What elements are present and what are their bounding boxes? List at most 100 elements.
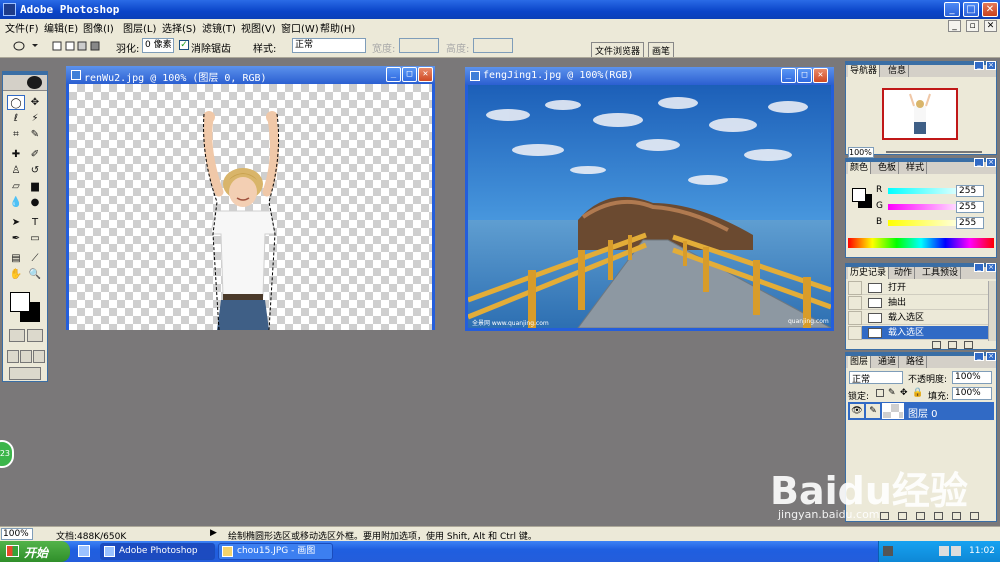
palette-minimize-button[interactable]: _ — [974, 158, 984, 167]
lock-position-icon[interactable]: ✥ — [900, 388, 908, 398]
trash-icon[interactable] — [964, 341, 973, 349]
tab-tool-presets[interactable]: 工具预设 — [920, 267, 962, 279]
new-document-from-state-icon[interactable] — [932, 341, 941, 349]
navigator-zoom-slider[interactable] — [886, 151, 982, 153]
magic-wand-tool-icon[interactable]: ⚡ — [26, 111, 44, 126]
tab-paths[interactable]: 路径 — [904, 356, 928, 368]
status-zoom-field[interactable]: 100% — [1, 528, 33, 540]
screen-mode-full-icon[interactable] — [33, 350, 45, 363]
task-paint[interactable]: chou15.JPG - 画图 — [218, 543, 333, 560]
start-button[interactable]: 开始 — [0, 541, 70, 562]
tab-styles[interactable]: 样式 — [904, 162, 928, 174]
mdi-minimize-button[interactable]: _ — [948, 20, 961, 32]
navigator-thumbnail[interactable] — [882, 88, 958, 140]
slice-tool-icon[interactable]: ✎ — [26, 127, 44, 142]
brushes-tab[interactable]: 画笔 — [648, 42, 675, 57]
brush-tool-icon[interactable]: ✐ — [26, 147, 44, 162]
tab-actions[interactable]: 动作 — [892, 267, 916, 279]
width-input[interactable] — [399, 38, 439, 53]
doc-close-button[interactable]: ✕ — [813, 68, 828, 83]
tab-layers[interactable]: 图层 — [848, 356, 872, 368]
height-input[interactable] — [473, 38, 513, 53]
color-fg-swatch[interactable] — [852, 188, 866, 202]
palette-close-button[interactable]: × — [986, 61, 996, 70]
history-scrollbar[interactable] — [988, 281, 996, 341]
document-canvas[interactable] — [69, 84, 432, 331]
tab-navigator[interactable]: 导航器 — [848, 65, 881, 77]
close-button[interactable]: ✕ — [982, 2, 998, 17]
feather-input[interactable]: 0 像素 — [142, 38, 174, 53]
palette-minimize-button[interactable]: _ — [974, 263, 984, 272]
doc-close-button[interactable]: ✕ — [418, 67, 433, 82]
document-titlebar[interactable]: renWu2.jpg @ 100% (图层 0, RGB) _ □ ✕ — [66, 66, 435, 84]
jump-to-imageready-icon[interactable] — [9, 367, 41, 380]
status-arrow-icon[interactable]: ▶ — [210, 528, 217, 538]
history-item[interactable]: 载入选区 — [848, 311, 988, 325]
minimize-button[interactable]: _ — [944, 2, 960, 17]
healing-brush-tool-icon[interactable]: ✚ — [7, 147, 25, 162]
palette-minimize-button[interactable]: _ — [974, 352, 984, 361]
adobe-eye-icon[interactable] — [27, 76, 42, 89]
menu-window[interactable]: 窗口(W) — [281, 20, 319, 35]
menu-file[interactable]: 文件(F) — [5, 20, 39, 35]
screen-mode-fullmenu-icon[interactable] — [20, 350, 32, 363]
menu-layer[interactable]: 图层(L) — [123, 20, 156, 35]
history-source-box[interactable] — [848, 281, 862, 295]
move-tool-icon[interactable]: ✥ — [26, 95, 44, 110]
color-spectrum-bar[interactable] — [848, 238, 994, 248]
history-brush-tool-icon[interactable]: ↺ — [26, 163, 44, 178]
path-selection-tool-icon[interactable]: ➤ — [7, 215, 25, 230]
palette-close-button[interactable]: × — [986, 158, 996, 167]
document-canvas[interactable]: 全景网 www.quanjing.com quanjing.com — [468, 85, 831, 328]
navigator-zoom-field[interactable]: 100% — [848, 147, 874, 158]
pen-tool-icon[interactable]: ✒ — [7, 231, 25, 246]
menu-edit[interactable]: 编辑(E) — [44, 20, 78, 35]
tab-color[interactable]: 颜色 — [848, 162, 872, 174]
lasso-tool-icon[interactable]: ℓ — [7, 111, 25, 126]
menu-filter[interactable]: 滤镜(T) — [202, 20, 236, 35]
history-source-box[interactable] — [848, 326, 862, 340]
g-value-field[interactable]: 255 — [956, 201, 984, 213]
gradient-tool-icon[interactable]: ▆ — [26, 179, 44, 194]
b-value-field[interactable]: 255 — [956, 217, 984, 229]
history-item[interactable]: 打开 — [848, 281, 988, 295]
task-photoshop[interactable]: Adobe Photoshop — [100, 543, 215, 560]
layer-row[interactable]: 👁 ✎ 图层 0 — [848, 402, 994, 420]
antialias-checkbox[interactable]: ✓ — [179, 40, 189, 50]
eraser-tool-icon[interactable]: ▱ — [7, 179, 25, 194]
blend-mode-select[interactable]: 正常 — [849, 371, 903, 385]
zoom-tool-icon[interactable]: 🔍 — [26, 267, 44, 282]
crop-tool-icon[interactable]: ⌗ — [7, 127, 25, 142]
lock-transparency-icon[interactable] — [876, 389, 884, 397]
style-select[interactable]: 正常 — [292, 38, 366, 53]
tray-volume-icon[interactable] — [951, 546, 961, 556]
hand-tool-icon[interactable]: ✋ — [7, 267, 25, 282]
fill-field[interactable]: 100% — [952, 387, 992, 400]
menu-select[interactable]: 选择(S) — [162, 20, 196, 35]
opacity-field[interactable]: 100% — [952, 371, 992, 384]
doc-maximize-button[interactable]: □ — [402, 67, 417, 82]
lock-all-icon[interactable]: 🔒 — [912, 388, 923, 398]
palette-close-button[interactable]: × — [986, 263, 996, 272]
history-source-box[interactable] — [848, 296, 862, 310]
tab-history[interactable]: 历史记录 — [848, 267, 890, 279]
history-item[interactable]: 抽出 — [848, 296, 988, 310]
quicklaunch-desktop-icon[interactable] — [78, 545, 90, 557]
new-snapshot-icon[interactable] — [948, 341, 957, 349]
doc-minimize-button[interactable]: _ — [386, 67, 401, 82]
mdi-close-button[interactable]: ✕ — [984, 20, 997, 32]
tray-network-icon[interactable] — [939, 546, 949, 556]
layer-visibility-eye-icon[interactable]: 👁 — [850, 404, 864, 418]
maximize-button[interactable]: □ — [963, 2, 979, 17]
menu-view[interactable]: 视图(V) — [241, 20, 276, 35]
type-tool-icon[interactable]: T — [26, 215, 44, 230]
menu-image[interactable]: 图像(I) — [83, 20, 114, 35]
palette-close-button[interactable]: × — [986, 352, 996, 361]
tab-swatches[interactable]: 色板 — [876, 162, 900, 174]
palette-minimize-button[interactable]: _ — [974, 61, 984, 70]
r-value-field[interactable]: 255 — [956, 185, 984, 197]
doc-minimize-button[interactable]: _ — [781, 68, 796, 83]
rectangle-shape-tool-icon[interactable]: ▭ — [26, 231, 44, 246]
dodge-tool-icon[interactable]: ● — [26, 195, 44, 210]
doc-maximize-button[interactable]: □ — [797, 68, 812, 83]
